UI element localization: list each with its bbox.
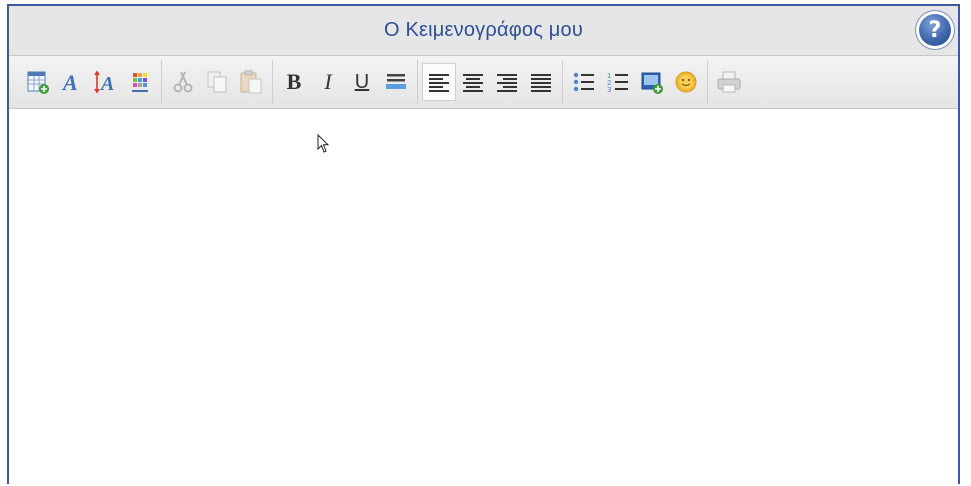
insert-image-button[interactable] <box>635 63 669 101</box>
font-style-icon: A <box>61 70 78 95</box>
align-center-button[interactable] <box>456 63 490 101</box>
align-left-button[interactable] <box>422 63 456 101</box>
color-palette-icon <box>132 73 148 92</box>
insert-table-button[interactable] <box>21 63 55 101</box>
color-palette-button[interactable] <box>123 63 157 101</box>
toolbar-group-format: B I U <box>273 60 418 104</box>
toolbar-group-lists: 1 2 3 <box>563 60 708 104</box>
paste-icon <box>240 70 262 94</box>
insert-image-icon <box>641 72 663 94</box>
align-justify-button[interactable] <box>524 63 558 101</box>
copy-button[interactable] <box>200 63 234 101</box>
font-size-icon: A <box>94 70 114 95</box>
print-icon <box>717 71 741 93</box>
underline-button[interactable]: U <box>345 63 379 101</box>
align-justify-icon <box>531 74 551 92</box>
bullet-list-icon <box>573 72 594 92</box>
toolbar-group-print <box>708 60 750 104</box>
svg-text:A: A <box>99 73 114 95</box>
highlight-button[interactable] <box>379 63 413 101</box>
title-bar: Ο Κειμενογράφος μου ? <box>9 6 958 56</box>
svg-text:3: 3 <box>607 86 611 94</box>
emoji-button[interactable] <box>669 63 703 101</box>
help-icon: ? <box>919 14 951 46</box>
paste-button[interactable] <box>234 63 268 101</box>
numbered-list-icon: 1 2 3 <box>607 72 628 94</box>
cut-icon <box>173 71 193 93</box>
text-editor-area[interactable] <box>9 109 958 486</box>
align-center-icon <box>463 74 483 92</box>
toolbar-group-insert: A A <box>17 60 162 104</box>
align-right-icon <box>497 74 517 92</box>
editor-window: Ο Κειμενογράφος μου ? A A B I U 1 2 3 <box>7 4 960 486</box>
align-right-button[interactable] <box>490 63 524 101</box>
cut-button[interactable] <box>166 63 200 101</box>
font-size-button[interactable]: A <box>89 63 123 101</box>
numbered-list-button[interactable]: 1 2 3 <box>601 63 635 101</box>
emoji-icon <box>675 71 697 93</box>
copy-icon <box>207 71 227 93</box>
highlight-icon <box>386 74 406 89</box>
align-left-icon <box>429 74 449 92</box>
svg-text:A: A <box>61 70 78 95</box>
bullet-list-button[interactable] <box>567 63 601 101</box>
print-button[interactable] <box>712 63 746 101</box>
insert-table-icon <box>27 71 49 94</box>
bold-button[interactable]: B <box>277 63 311 101</box>
font-style-button[interactable]: A <box>55 63 89 101</box>
toolbar-group-clipboard <box>162 60 273 104</box>
italic-button[interactable]: I <box>311 63 345 101</box>
italic-icon: I <box>324 69 332 94</box>
toolbar: A A B I U 1 2 3 <box>9 56 958 109</box>
underline-icon: U <box>354 70 370 93</box>
window-title: Ο Κειμενογράφος μου <box>384 19 583 41</box>
mouse-cursor-icon <box>317 134 330 153</box>
bold-icon: B <box>286 69 302 94</box>
toolbar-group-align <box>418 60 563 104</box>
help-button[interactable]: ? <box>916 11 954 49</box>
